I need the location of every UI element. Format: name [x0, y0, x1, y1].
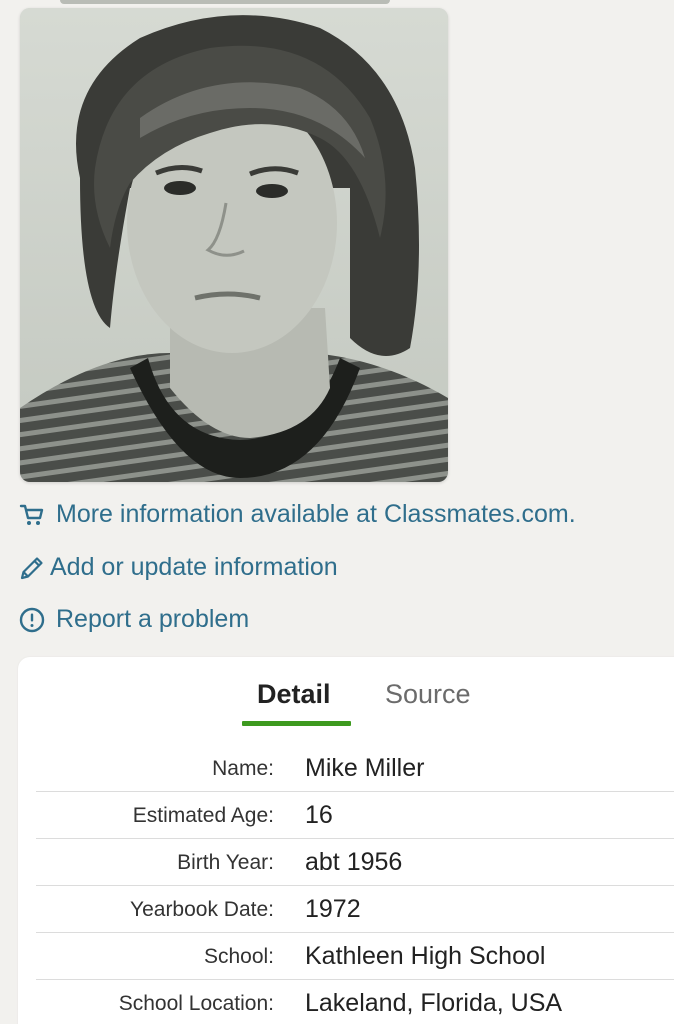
classmates-link[interactable]: More information available at Classmates… [18, 500, 576, 529]
detail-label: School: [203, 945, 274, 968]
detail-value: Mike Miller [305, 754, 425, 782]
detail-value: Kathleen High School [305, 942, 546, 970]
tab-detail[interactable]: Detail [257, 679, 331, 710]
add-update-link[interactable]: Add or update information [18, 553, 338, 582]
detail-value: abt 1956 [305, 848, 403, 876]
tab-source[interactable]: Source [385, 679, 471, 710]
previous-content-edge [60, 0, 390, 4]
detail-row-estimated-age: Estimated Age: 16 [36, 792, 674, 839]
record-page: More information available at Classmates… [0, 0, 674, 1024]
details-table: Name: Mike Miller Estimated Age: 16 Birt… [36, 745, 674, 1024]
classmates-link-label: More information available at Classmates… [56, 500, 576, 528]
report-problem-link[interactable]: Report a problem [18, 605, 249, 634]
active-tab-indicator [242, 721, 351, 726]
alert-circle-icon [18, 606, 46, 634]
detail-row-birth-year: Birth Year: abt 1956 [36, 839, 674, 886]
detail-label: Yearbook Date: [130, 898, 274, 921]
portrait-image [20, 8, 448, 482]
add-update-link-label: Add or update information [50, 553, 338, 581]
cart-icon [18, 501, 46, 529]
detail-label: Estimated Age: [132, 804, 274, 827]
detail-label: Name: [212, 757, 274, 780]
detail-value: Lakeland, Florida, USA [305, 989, 563, 1017]
yearbook-photo[interactable] [20, 8, 448, 482]
report-problem-link-label: Report a problem [56, 605, 250, 633]
detail-label: School Location: [118, 992, 274, 1015]
detail-row-school-location: School Location: Lakeland, Florida, USA [36, 980, 674, 1024]
record-details-card: Detail Source Name: Mike Miller Estimate… [18, 657, 674, 1024]
detail-row-yearbook-date: Yearbook Date: 1972 [36, 886, 674, 933]
detail-tabs: Detail Source [18, 657, 674, 729]
detail-row-name: Name: Mike Miller [36, 745, 674, 792]
detail-row-school: School: Kathleen High School [36, 933, 674, 980]
pencil-icon [18, 554, 46, 582]
detail-label: Birth Year: [177, 851, 274, 874]
detail-value: 16 [305, 801, 333, 829]
detail-value: 1972 [305, 895, 361, 923]
